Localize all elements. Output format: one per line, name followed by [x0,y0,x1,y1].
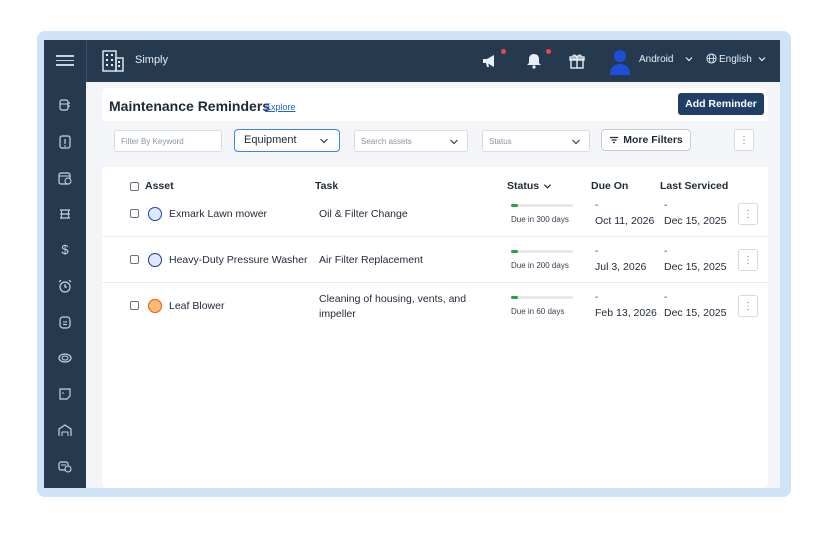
row-divider [102,282,768,283]
topbar-divider [86,40,87,82]
filter-bar: Filter By Keyword Equipment Search asset… [102,121,768,167]
status-placeholder: Status [489,137,512,146]
last-serviced-date: Dec 15, 2025 [664,261,727,273]
row-checkbox[interactable] [130,301,139,310]
pressure-washer-icon [148,253,162,267]
status-progress-bar [511,296,573,299]
task-name: Oil & Filter Change [319,208,408,220]
locations-icon[interactable] [57,422,73,438]
status-text: Due in 300 days [511,215,569,224]
filter-icon [610,136,619,144]
select-all-checkbox[interactable] [130,182,139,191]
search-assets-select[interactable]: Search assets [354,130,468,152]
more-filters-label: More Filters [623,134,683,146]
meters-icon[interactable] [57,350,73,366]
header-task[interactable]: Task [315,180,338,192]
globe-icon[interactable] [706,53,717,64]
documents-icon[interactable] [57,386,73,402]
row-divider [102,236,768,237]
task-name: Cleaning of housing, vents, and [319,293,467,305]
asset-name[interactable]: Exmark Lawn mower [169,208,267,220]
category-select-value: Equipment [244,134,297,146]
keyword-filter-input[interactable]: Filter By Keyword [114,130,222,152]
chevron-down-icon[interactable] [543,182,552,191]
row-actions-kebab[interactable]: ⋮ [738,203,758,225]
language-selector[interactable]: English [719,54,752,65]
row-actions-kebab[interactable]: ⋮ [738,295,758,317]
row-actions-kebab[interactable]: ⋮ [738,249,758,271]
chevron-down-icon [450,139,458,145]
status-select[interactable]: Status [482,130,590,152]
chevron-down-icon [320,138,328,144]
due-on-dash: - [595,292,599,303]
due-on-dash: - [595,200,599,211]
main-content: Maintenance Reminders Explore Add Remind… [102,88,768,488]
menu-icon[interactable] [56,52,74,70]
calendar-icon[interactable] [57,170,73,186]
explore-link[interactable]: Explore [265,102,296,112]
row-checkbox[interactable] [130,255,139,264]
leaf-blower-icon [148,299,162,313]
header-due-on[interactable]: Due On [591,180,628,192]
last-serviced-date: Dec 15, 2025 [664,215,727,227]
user-name[interactable]: Android [639,54,673,65]
status-text: Due in 60 days [511,307,565,316]
row-checkbox[interactable] [130,209,139,218]
user-avatar-icon[interactable] [608,47,632,75]
app-name[interactable]: Simply [135,54,168,66]
asset-name[interactable]: Heavy-Duty Pressure Washer [169,254,307,266]
progress-fill [511,250,519,253]
last-serviced-dash: - [664,246,668,257]
due-on-date: Oct 11, 2026 [595,215,655,227]
status-progress-bar [511,204,573,207]
last-serviced-dash: - [664,292,668,303]
gift-icon[interactable] [566,50,588,72]
lawn-mower-icon [148,207,162,221]
due-on-dash: - [595,246,599,257]
last-serviced-date: Dec 15, 2025 [664,307,727,319]
sidebar: $ [44,82,86,488]
progress-fill [511,204,519,207]
header-status[interactable]: Status [507,180,539,192]
header-asset[interactable]: Asset [145,180,174,192]
alarm-icon[interactable] [57,278,73,294]
due-on-date: Jul 3, 2026 [595,261,647,273]
chevron-down-icon[interactable] [685,55,693,63]
filter-options-kebab[interactable]: ⋮ [734,129,754,151]
dollar-icon[interactable]: $ [57,242,73,258]
notification-dot [501,49,506,54]
vendors-icon[interactable] [57,458,73,474]
progress-fill [511,296,519,299]
inventory-icon[interactable] [57,206,73,222]
app-window: Simply Android English $ Maintenance Rem… [44,40,780,488]
megaphone-icon[interactable] [479,50,501,72]
header-last-serviced[interactable]: Last Serviced [660,180,728,192]
status-progress-bar [511,250,573,253]
requests-icon[interactable] [57,314,73,330]
chevron-down-icon [572,139,580,145]
status-text: Due in 200 days [511,261,569,270]
top-bar: Simply Android English [44,40,780,82]
last-serviced-dash: - [664,200,668,211]
page-title: Maintenance Reminders [109,98,271,114]
add-reminder-button[interactable]: Add Reminder [678,93,764,115]
work-orders-icon[interactable] [57,134,73,150]
bell-icon[interactable] [523,50,545,72]
task-name: Air Filter Replacement [319,254,423,266]
task-name-line2: impeller [319,308,356,320]
search-assets-placeholder: Search assets [361,137,412,146]
category-select[interactable]: Equipment [234,129,340,152]
more-filters-button[interactable]: More Filters [601,129,691,151]
building-logo-icon[interactable] [101,49,125,73]
asset-name[interactable]: Leaf Blower [169,300,224,312]
assets-icon[interactable] [57,97,73,113]
due-on-date: Feb 13, 2026 [595,307,657,319]
chevron-down-icon[interactable] [758,55,766,63]
notification-dot [546,49,551,54]
